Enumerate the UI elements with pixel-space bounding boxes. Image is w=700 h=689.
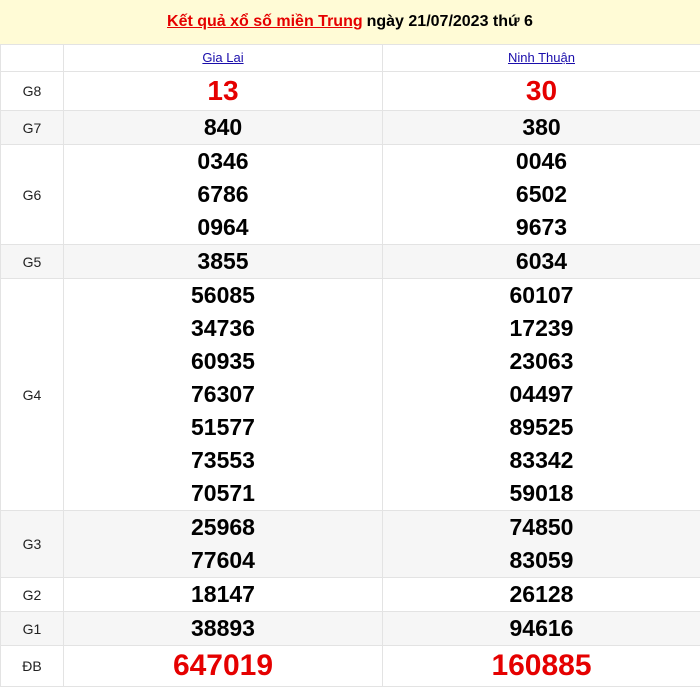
result-number: 26128 bbox=[509, 581, 574, 607]
header-empty-cell bbox=[0, 44, 64, 72]
province-header-cell: Gia Lai bbox=[63, 44, 383, 72]
result-number: 0046 bbox=[515, 148, 568, 174]
result-cell: 647019 bbox=[63, 645, 383, 687]
results-body: G8 13 30 G7 840 380 G6 0346 6786 0964 0046 6502 9673… bbox=[0, 71, 700, 687]
result-number: 647019 bbox=[172, 649, 274, 682]
result-cell: 60107 17239 23063 04497 89525 83342 59018 bbox=[382, 278, 700, 511]
result-number: 3855 bbox=[197, 248, 249, 274]
result-cell: 18147 bbox=[63, 577, 383, 612]
result-cell: 26128 bbox=[382, 577, 700, 612]
result-cell: 94616 bbox=[382, 611, 700, 646]
title-link[interactable]: Kết quả xổ số miền Trung bbox=[167, 13, 363, 31]
result-number: 73553 bbox=[191, 447, 255, 473]
result-cell: 3855 bbox=[63, 244, 383, 279]
result-cell: 6034 bbox=[382, 244, 700, 279]
prize-label: G4 bbox=[0, 278, 64, 511]
prize-row-g7: G7 840 380 bbox=[0, 110, 700, 145]
prize-label: G3 bbox=[0, 510, 64, 578]
result-number: 38893 bbox=[191, 615, 255, 641]
result-number: 04497 bbox=[509, 381, 574, 407]
prize-label: G6 bbox=[0, 144, 64, 245]
result-number: 56085 bbox=[191, 282, 255, 308]
result-number: 23063 bbox=[509, 348, 574, 374]
prize-row-g2: G2 18147 26128 bbox=[0, 577, 700, 612]
result-number: 18147 bbox=[191, 581, 255, 607]
results-table: Gia Lai Ninh Thuận G8 13 30 G7 840 380 G6 0346 6… bbox=[0, 44, 700, 687]
result-number: 60107 bbox=[509, 282, 574, 308]
prize-row-g4: G4 56085 34736 60935 76307 51577 73553 70571 601… bbox=[0, 278, 700, 511]
province-link-ninh-thuan[interactable]: Ninh Thuận bbox=[508, 50, 575, 65]
prize-row-g5: G5 3855 6034 bbox=[0, 244, 700, 279]
result-number: 83059 bbox=[509, 547, 574, 573]
result-cell: 74850 83059 bbox=[382, 510, 700, 578]
prize-label: G7 bbox=[0, 110, 64, 145]
result-number: 74850 bbox=[509, 514, 574, 540]
result-number: 6786 bbox=[197, 181, 249, 207]
result-number: 30 bbox=[525, 75, 558, 106]
prize-row-g8: G8 13 30 bbox=[0, 71, 700, 111]
result-number: 6034 bbox=[515, 248, 568, 274]
result-number: 89525 bbox=[509, 414, 574, 440]
result-cell: 56085 34736 60935 76307 51577 73553 70571 bbox=[63, 278, 383, 511]
result-cell: 380 bbox=[382, 110, 700, 145]
prize-label: G5 bbox=[0, 244, 64, 279]
result-cell: 30 bbox=[382, 71, 700, 111]
result-cell: 840 bbox=[63, 110, 383, 145]
result-number: 70571 bbox=[191, 480, 255, 506]
result-cell: 160885 bbox=[382, 645, 700, 687]
prize-label: G2 bbox=[0, 577, 64, 612]
result-number: 840 bbox=[203, 114, 243, 140]
result-number: 83342 bbox=[509, 447, 574, 473]
result-cell: 25968 77604 bbox=[63, 510, 383, 578]
table-header-row: Gia Lai Ninh Thuận bbox=[0, 44, 700, 72]
result-number: 9673 bbox=[515, 214, 568, 240]
result-number: 6502 bbox=[515, 181, 568, 207]
prize-row-g6: G6 0346 6786 0964 0046 6502 9673 bbox=[0, 144, 700, 245]
prize-label: ĐB bbox=[0, 645, 64, 687]
result-number: 94616 bbox=[509, 615, 574, 641]
result-number: 380 bbox=[522, 114, 561, 140]
result-cell: 38893 bbox=[63, 611, 383, 646]
result-number: 51577 bbox=[191, 414, 255, 440]
title-date: ngày 21/07/2023 thứ 6 bbox=[366, 13, 533, 30]
result-number: 60935 bbox=[191, 348, 255, 374]
result-number: 13 bbox=[207, 75, 239, 106]
prize-row-g1: G1 38893 94616 bbox=[0, 611, 700, 646]
result-number: 34736 bbox=[191, 315, 255, 341]
prize-row-đb: ĐB 647019 160885 bbox=[0, 645, 700, 687]
prize-label: G1 bbox=[0, 611, 64, 646]
result-cell: 0046 6502 9673 bbox=[382, 144, 700, 245]
result-number: 0346 bbox=[197, 148, 249, 174]
result-number: 25968 bbox=[191, 514, 255, 540]
result-number: 76307 bbox=[191, 381, 255, 407]
result-number: 77604 bbox=[191, 547, 255, 573]
result-cell: 0346 6786 0964 bbox=[63, 144, 383, 245]
result-number: 59018 bbox=[509, 480, 574, 506]
result-number: 17239 bbox=[509, 315, 574, 341]
result-cell: 13 bbox=[63, 71, 383, 111]
result-number: 160885 bbox=[491, 649, 592, 682]
result-number: 0964 bbox=[197, 214, 249, 240]
page-title: Kết quả xổ số miền Trung ngày 21/07/2023… bbox=[0, 0, 700, 44]
prize-row-g3: G3 25968 77604 74850 83059 bbox=[0, 510, 700, 578]
prize-label: G8 bbox=[0, 71, 64, 111]
province-header-cell: Ninh Thuận bbox=[382, 44, 700, 72]
province-link-gia-lai[interactable]: Gia Lai bbox=[202, 50, 243, 65]
